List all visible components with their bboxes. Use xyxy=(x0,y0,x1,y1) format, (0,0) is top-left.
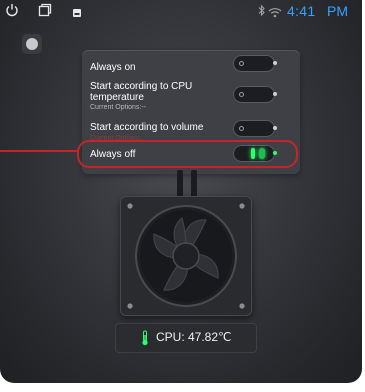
fan-icon xyxy=(127,203,245,309)
bluetooth-icon xyxy=(258,4,266,22)
option-label: Start according to CPU temperature xyxy=(90,81,193,103)
screen: 4:41 PM Always on Start according to CPU… xyxy=(0,0,362,383)
window-icon[interactable] xyxy=(38,3,52,22)
cpu-temperature-readout: CPU: 47.82℃ xyxy=(115,323,257,353)
status-bar: 4:41 PM xyxy=(0,0,362,24)
fan-illustration xyxy=(120,196,252,316)
side-record-button[interactable] xyxy=(21,33,43,55)
thermometer-icon xyxy=(141,330,149,351)
cooling-pipe-left xyxy=(177,170,183,198)
photo-icon xyxy=(72,5,82,23)
highlight-callout xyxy=(77,140,298,168)
toggle-cpu-temperature[interactable] xyxy=(233,86,277,103)
toggle-knob xyxy=(239,126,244,131)
device-frame: 4:41 PM Always on Start according to CPU… xyxy=(0,0,365,392)
cpu-temperature-label: CPU: 47.82℃ xyxy=(156,330,232,344)
toggle-dot xyxy=(273,126,277,130)
cooling-pipe-right xyxy=(191,170,197,198)
option-current: Current Options:-- xyxy=(90,104,147,111)
callout-leader-line xyxy=(0,150,77,152)
toggle-knob xyxy=(239,61,244,66)
clock-ampm: PM xyxy=(327,3,348,19)
toggle-dot xyxy=(273,61,277,65)
toggle-knob xyxy=(239,92,244,97)
toggle-always-on[interactable] xyxy=(233,55,277,72)
option-label: Start according to volume xyxy=(90,122,204,133)
power-icon[interactable] xyxy=(5,3,19,22)
option-label: Always on xyxy=(90,62,136,73)
wifi-icon xyxy=(268,5,282,23)
toggle-dot xyxy=(273,92,277,96)
clock-time: 4:41 xyxy=(287,3,316,19)
toggle-volume[interactable] xyxy=(233,120,277,137)
